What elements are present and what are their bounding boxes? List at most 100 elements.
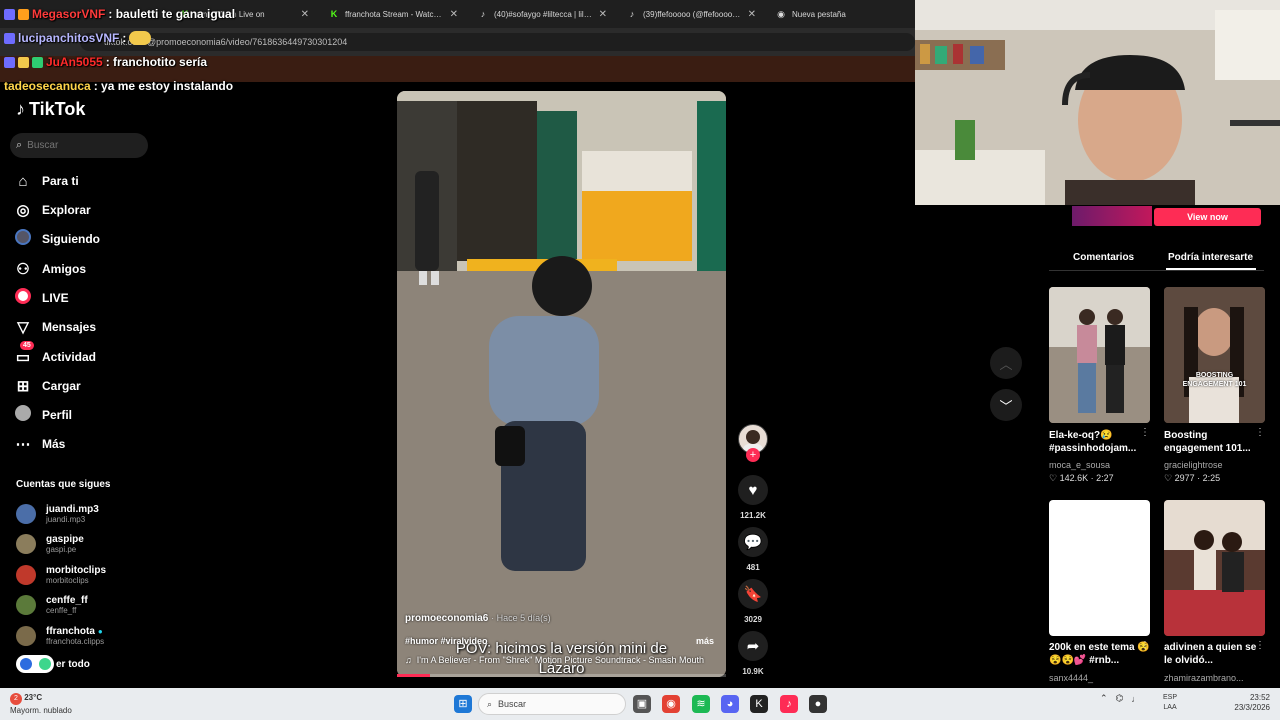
account-name: juandi.mp3	[46, 504, 99, 515]
video-author[interactable]: promoeconomia6	[405, 613, 488, 624]
chat-message: MegasorVNF : bauletti te gana igual	[4, 7, 235, 21]
weather-temp: 23°C	[24, 693, 43, 702]
suggested-video-card[interactable]	[1049, 500, 1150, 636]
webcam-overlay	[915, 0, 1280, 205]
nav-label: Actividad	[42, 350, 97, 364]
more-link[interactable]: más	[696, 636, 714, 646]
tab-comentarios[interactable]: Comentarios	[1073, 252, 1134, 263]
comment-count: 481	[746, 563, 760, 572]
chat-badge-icon	[32, 56, 43, 68]
like-button[interactable]: ♥	[738, 475, 768, 505]
chat-username: MegasorVNF	[32, 7, 106, 21]
view-now-button[interactable]: View now	[1154, 208, 1261, 226]
previous-video-button[interactable]: ︿	[990, 347, 1022, 379]
save-count: 3029	[744, 615, 762, 624]
chrome-icon[interactable]: ◉	[662, 695, 680, 713]
suggested-video-card[interactable]: BOOSTING ENGAGEMENT 101	[1164, 287, 1265, 423]
nav-label: Amigos	[42, 262, 87, 276]
taskbar-search[interactable]: ⌕ Buscar	[478, 693, 626, 715]
following-account[interactable]: cenffe_ff cenffe_ff	[16, 595, 88, 615]
taskbar-clock[interactable]: 23:52 23/3/2026	[1226, 693, 1270, 713]
close-icon[interactable]: ✕	[748, 9, 756, 20]
avatar	[16, 626, 36, 646]
nav-siguiendo[interactable]: Siguiendo	[14, 229, 100, 249]
tiktok-app-icon[interactable]: ♪	[780, 695, 798, 713]
nav-live[interactable]: LIVE	[14, 288, 69, 308]
card-title[interactable]: Boosting engagement 101...	[1164, 429, 1266, 455]
card-title[interactable]: Ela-ke-oq?😢 #passinhodojam...	[1049, 429, 1151, 455]
close-icon[interactable]: ✕	[450, 9, 458, 20]
chat-text: : bauletti te gana igual	[108, 7, 236, 21]
tab-podria-interesarte[interactable]: Podría interesarte	[1168, 252, 1253, 263]
emote-icon	[129, 31, 152, 45]
next-video-button[interactable]: ﹀	[990, 389, 1022, 421]
nav-cargar[interactable]: ⊞ Cargar	[14, 376, 81, 396]
task-view-icon[interactable]: ▣	[633, 695, 651, 713]
account-handle: morbitoclips	[46, 576, 89, 585]
tiktok-logo[interactable]: ♪ TikTok	[16, 99, 85, 120]
network-icon: ⌬	[1115, 693, 1124, 703]
video-music[interactable]: ♫ I'm A Believer - From "Shrek" Motion P…	[405, 655, 717, 665]
kick-app-icon[interactable]: K	[750, 695, 768, 713]
nav-mas[interactable]: ⋯ Más	[14, 434, 66, 454]
close-icon[interactable]: ✕	[599, 9, 607, 20]
card-more-icon[interactable]: ⋮	[1140, 640, 1150, 651]
search-input[interactable]	[27, 140, 138, 151]
spotify-icon[interactable]: ≋	[692, 695, 710, 713]
nav-explorar[interactable]: ◎ Explorar	[14, 200, 90, 220]
suggested-video-card[interactable]	[1049, 287, 1150, 423]
like-count: 121.2K	[740, 511, 766, 520]
follow-plus-button[interactable]: +	[746, 448, 760, 462]
windows-start-icon[interactable]: ⊞	[454, 695, 472, 713]
obs-icon[interactable]: ●	[809, 695, 827, 713]
following-account[interactable]: juandi.mp3 juandi.mp3	[16, 504, 99, 524]
save-button[interactable]: 🔖	[738, 579, 768, 609]
system-tray[interactable]: ⌃ ⌬ ♩	[1100, 693, 1140, 704]
suggested-video-card[interactable]	[1164, 500, 1265, 636]
avatar	[16, 504, 36, 524]
following-account[interactable]: gaspipe gaspi.pe	[16, 534, 84, 554]
card-more-icon[interactable]: ⋮	[1255, 427, 1265, 438]
card-user[interactable]: zhamirazambrano...	[1164, 673, 1244, 683]
avatar	[16, 565, 36, 585]
nav-mensajes[interactable]: ▽ Mensajes	[14, 317, 96, 337]
nav-actividad[interactable]: ▭ 45 Actividad	[14, 341, 97, 367]
chevron-down-icon: ﹀	[999, 398, 1013, 414]
music-note-icon: ♫	[405, 655, 412, 665]
card-user[interactable]: sanx4444_	[1049, 673, 1093, 683]
video-hashtags[interactable]: #humor #viralvideo	[405, 636, 488, 646]
video-progress-bar[interactable]	[397, 674, 726, 677]
nav-label: Siguiendo	[42, 232, 100, 246]
home-icon: ⌂	[18, 172, 28, 190]
browser-tab-tiktok-1[interactable]: ♪ (40)#sofaygo #liltecca | liltecca ✕	[468, 0, 617, 28]
card-more-icon[interactable]: ⋮	[1255, 640, 1265, 651]
card-more-icon[interactable]: ⋮	[1140, 427, 1150, 438]
browser-tab-tiktok-2[interactable]: ♪ (39)ffefooooo (@ffefooooo) | Ti ✕	[617, 0, 766, 28]
language-indicator[interactable]: ESP LAA	[1163, 693, 1177, 713]
thumbnail-overlay-text: BOOSTING ENGAGEMENT 101	[1182, 372, 1247, 388]
url-field[interactable]: tiktok.com/@promoeconomia6/video/7618636…	[80, 33, 915, 51]
see-all-link[interactable]: er todo	[16, 655, 90, 673]
card-title[interactable]: adivinen a quien se le olvidó...	[1164, 641, 1266, 667]
nav-para-ti[interactable]: ⌂ Para ti	[14, 171, 78, 191]
close-icon[interactable]: ✕	[301, 9, 309, 20]
promo-banner	[1072, 206, 1152, 226]
discord-icon[interactable]: ◕	[721, 695, 739, 713]
nav-amigos[interactable]: ⚇ Amigos	[14, 259, 86, 279]
card-user[interactable]: moca_e_sousa	[1049, 460, 1110, 470]
share-button[interactable]: ➦	[738, 631, 768, 661]
comment-button[interactable]: 💬	[738, 527, 768, 557]
browser-tab-kick-2[interactable]: K ffranchota Stream - Watch Live on ✕	[319, 0, 468, 28]
following-account[interactable]: ffranchota ● ffranchota.clipps	[16, 626, 104, 646]
browser-tab-new[interactable]: ◉ Nueva pestaña	[766, 0, 915, 28]
search-box[interactable]: ⌕	[10, 133, 148, 158]
video-player[interactable]: POV: hicimos la versión mini de Lázaro	[397, 91, 726, 677]
card-title[interactable]: 200k en este tema 😵😵😵💕 #rnb...	[1049, 641, 1151, 667]
comment-icon: 💬	[743, 534, 763, 551]
card-user[interactable]: gracielightrose	[1164, 460, 1223, 470]
verified-icon: ●	[97, 627, 103, 636]
following-account[interactable]: morbitoclips morbitoclips	[16, 565, 106, 585]
nav-perfil[interactable]: Perfil	[14, 405, 72, 425]
weather-widget[interactable]: 2 23°C Mayorm. nublado	[10, 692, 72, 716]
bookmark-icon: 🔖	[743, 586, 763, 603]
